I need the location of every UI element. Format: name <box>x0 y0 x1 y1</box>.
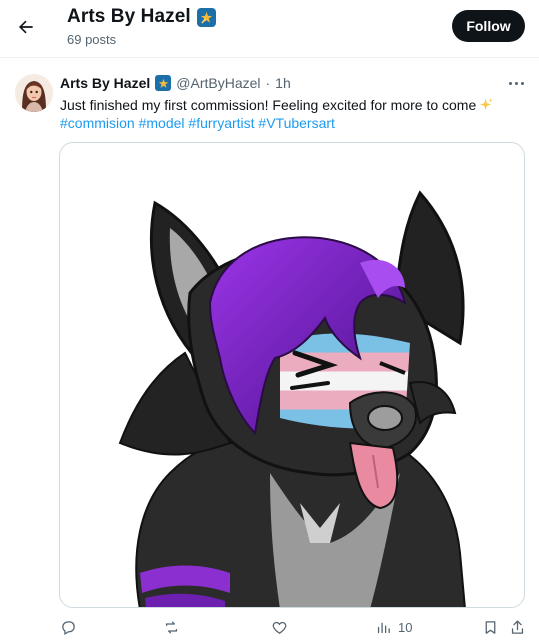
profile-title-row: Arts By Hazel <box>67 6 216 28</box>
repost-button[interactable] <box>163 617 180 637</box>
views-count: 10 <box>398 619 413 635</box>
profile-name: Arts By Hazel <box>67 6 191 27</box>
verified-badge-icon <box>196 7 216 27</box>
reply-button[interactable] <box>60 617 77 637</box>
post-author[interactable]: Arts By Hazel <box>60 75 150 91</box>
back-arrow-icon <box>18 20 33 34</box>
post-media-image[interactable] <box>59 142 525 608</box>
reply-icon <box>62 620 75 635</box>
sparkle-icon <box>480 98 493 111</box>
hashtag-link[interactable]: #model <box>139 115 185 131</box>
views-icon <box>377 622 390 633</box>
hashtag-link[interactable]: #commision <box>60 115 135 131</box>
action-bar: 10 <box>0 613 539 640</box>
hashtag-link[interactable]: #furryartist <box>188 115 254 131</box>
artwork-illustration <box>118 190 466 607</box>
bookmark-icon <box>485 620 496 634</box>
more-dots-icon <box>508 81 512 85</box>
avatar[interactable] <box>15 74 53 112</box>
hashtag-link[interactable]: #VTubersart <box>258 115 335 131</box>
post-header: Arts By Hazel @ArtByHazel · 1h <box>60 75 291 91</box>
like-icon <box>272 621 287 634</box>
share-icon <box>511 619 524 634</box>
bookmark-button[interactable] <box>482 617 499 637</box>
back-button[interactable] <box>10 11 42 43</box>
post-handle[interactable]: @ArtByHazel <box>176 75 260 91</box>
views-button[interactable]: 10 <box>375 617 412 637</box>
post-text-content: Just finished my first commission! Feeli… <box>60 97 477 113</box>
hashtag-row: #commision #model #furryartist #VTubersa… <box>60 114 335 132</box>
follow-button[interactable]: Follow <box>452 10 525 42</box>
repost-icon <box>165 621 178 633</box>
verified-badge-icon <box>155 75 172 91</box>
profile-header: Arts By Hazel 69 posts Follow <box>0 0 539 58</box>
post-time[interactable]: 1h <box>275 75 291 91</box>
posts-count: 69 posts <box>67 32 117 47</box>
share-button[interactable] <box>509 617 526 637</box>
more-options-button[interactable] <box>505 74 527 92</box>
separator-dot: · <box>265 75 271 91</box>
post-text: Just finished my first commission! Feeli… <box>60 96 494 114</box>
like-button[interactable] <box>271 617 288 637</box>
